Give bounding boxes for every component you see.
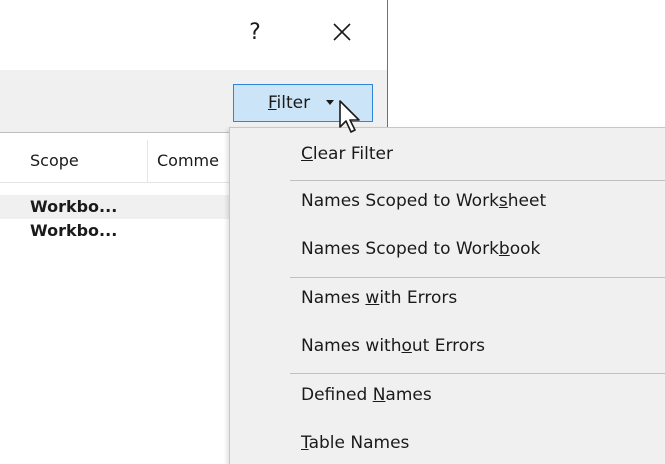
menu-item-names-with-errors[interactable]: Names with Errors: [301, 288, 457, 308]
column-header-comment[interactable]: Comme: [157, 140, 237, 182]
menu-item-table-names[interactable]: Table Names: [301, 433, 409, 453]
menu-separator: [290, 180, 665, 181]
menu-separator: [290, 373, 665, 374]
menu-item-clear-filter[interactable]: Clear Filter: [301, 144, 393, 164]
mouse-pointer-icon: [339, 100, 360, 133]
cell-scope: Workbo...: [30, 197, 118, 216]
column-header-scope[interactable]: Scope: [30, 140, 148, 182]
close-button[interactable]: [322, 16, 362, 50]
filter-dropdown-menu: Clear Filter Names Scoped to Worksheet N…: [229, 127, 665, 464]
menu-item-scoped-to-worksheet[interactable]: Names Scoped to Worksheet: [301, 191, 546, 211]
help-button[interactable]: ?: [240, 16, 270, 50]
filter-button-label: Filter: [268, 93, 311, 113]
title-bar: ?: [0, 0, 387, 62]
caret-down-icon: [326, 100, 334, 105]
menu-item-scoped-to-workbook[interactable]: Names Scoped to Workbook: [301, 239, 540, 259]
menu-item-defined-names[interactable]: Defined Names: [301, 385, 432, 405]
cell-scope: Workbo...: [30, 221, 118, 240]
menu-item-names-without-errors[interactable]: Names without Errors: [301, 336, 485, 356]
close-icon: [333, 23, 351, 41]
screen: ? Filter Scope Comme Workbo... Workbo...…: [0, 0, 665, 464]
menu-separator: [290, 277, 665, 278]
